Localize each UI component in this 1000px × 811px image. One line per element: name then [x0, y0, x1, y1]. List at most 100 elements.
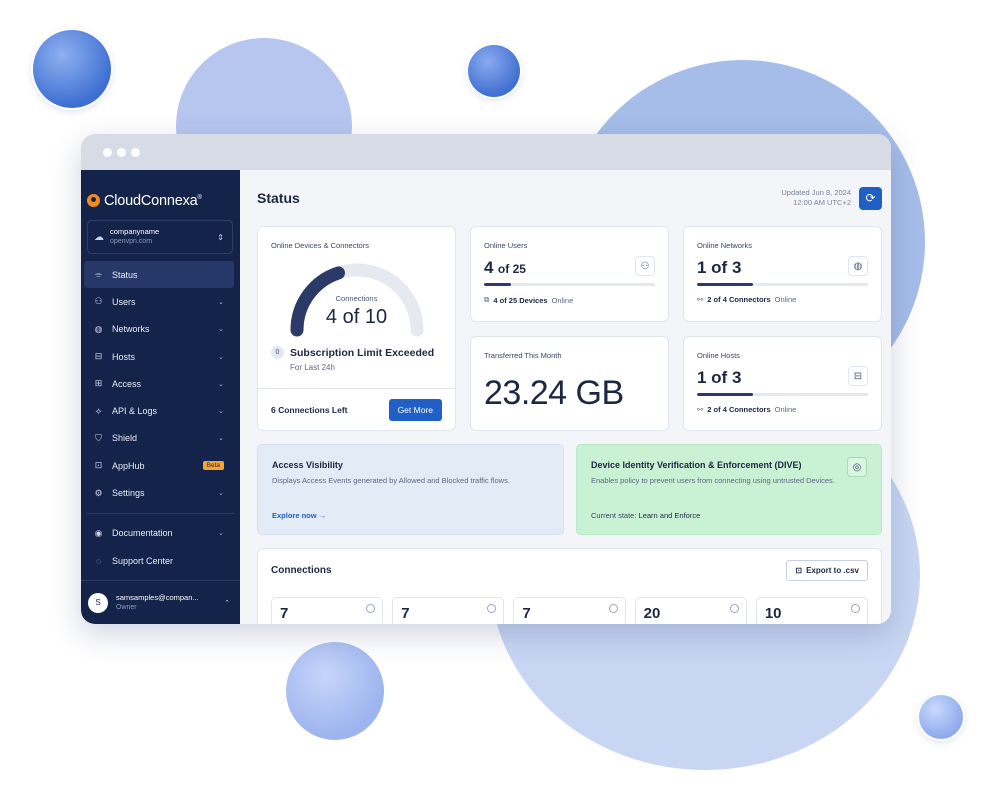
sidebar-item-settings[interactable]: ⚙ Settings ⌄ — [84, 479, 234, 506]
sidebar-item-label: Shield — [112, 433, 138, 444]
stat-footer: ⧉ 4 of 25 Devices Online — [484, 295, 574, 305]
connection-stat-tile[interactable]: 7 — [392, 597, 505, 624]
limit-period: For Last 24h — [290, 363, 335, 372]
progress-fill — [697, 393, 754, 396]
sidebar-item-access[interactable]: ⊞ Access ⌄ — [84, 370, 234, 397]
connection-stat-tile[interactable]: 7 — [271, 597, 384, 624]
user-role: Owner — [116, 603, 137, 611]
transferred-value: 23.24 GB — [484, 374, 624, 412]
sidebar-item-label: Support Center — [112, 555, 174, 566]
sidebar-item-hosts[interactable]: ⊟ Hosts ⌄ — [84, 343, 234, 370]
avatar: S — [88, 592, 108, 613]
sidebar-item-label: Settings — [112, 488, 145, 499]
sidebar-item-networks[interactable]: ◍ Networks ⌄ — [84, 316, 234, 343]
sidebar-item-label: Hosts — [112, 351, 136, 362]
sidebar-item-users[interactable]: ⚇ Users ⌄ — [84, 288, 234, 315]
sidebar-item-label: Users — [112, 296, 136, 307]
panel-title: Device Identity Verification & Enforceme… — [591, 460, 802, 470]
export-csv-button[interactable]: ⊡ Export to .csv — [786, 560, 868, 581]
dive-state: Current state: Learn and Enforce — [591, 511, 701, 520]
apphub-icon: ⊡ — [94, 460, 103, 471]
decorative-orb — [919, 695, 963, 739]
transferred-card: Transferred This Month 23.24 GB — [470, 336, 669, 431]
refresh-icon: ⟳ — [865, 191, 876, 205]
tile-value: 7 — [522, 605, 531, 622]
openvpn-logo-icon — [87, 194, 100, 207]
org-domain: openvpn.com — [110, 238, 153, 245]
status-icon: ⌯ — [94, 269, 103, 280]
connector-icon: ⚯ — [697, 405, 704, 414]
users-icon: ⚇ — [635, 256, 655, 276]
chevron-up-icon: ⌃ — [224, 599, 230, 607]
decorative-orb — [468, 45, 520, 97]
marketing-stage: CloudConnexa® ☁ companyname openvpn.com … — [0, 0, 1000, 811]
info-icon — [487, 604, 497, 613]
api-icon: ⟡ — [95, 405, 102, 416]
sidebar-item-support-center[interactable]: ◌ Support Center — [84, 547, 234, 574]
connections-left: 6 Connections Left — [271, 404, 348, 415]
connection-stat-tile[interactable]: 20 — [634, 597, 747, 624]
gauge-value: 4 of 10 — [325, 306, 388, 328]
sidebar-item-label: AppHub — [112, 460, 145, 471]
chevron-down-icon: ⌄ — [218, 353, 224, 361]
app-window: CloudConnexa® ☁ companyname openvpn.com … — [81, 134, 891, 624]
progress-bar — [697, 393, 868, 396]
info-icon — [729, 604, 739, 613]
card-label: Online Devices & Connectors — [271, 241, 369, 250]
sidebar-item-shield[interactable]: ⛉ Shield ⌄ — [84, 425, 234, 452]
stat-value: 4 — [484, 258, 494, 277]
download-icon: ⊡ — [795, 566, 803, 575]
user-menu[interactable]: S samsamples@compan... Owner ⌃ — [81, 580, 240, 624]
progress-bar — [697, 283, 868, 286]
refresh-button[interactable]: ⟳ — [859, 186, 882, 210]
cloud-icon: ☁ — [94, 231, 104, 243]
background-blob — [286, 642, 384, 740]
connections-section: Connections ⊡ Export to .csv 7 7 7 20 10 — [257, 548, 882, 624]
explore-now-link[interactable]: Explore now → — [272, 511, 326, 520]
get-more-button[interactable]: Get More — [388, 398, 442, 421]
page-header: Status Updated Jun 8, 2024 12:00 AM UTC+… — [257, 170, 883, 226]
connection-stat-tile[interactable]: 10 — [755, 597, 869, 624]
subscription-limit-text: Subscription Limit Exceeded — [290, 346, 435, 359]
sidebar-item-status[interactable]: ⌯ Status — [84, 261, 234, 289]
online-users-card[interactable]: Online Users 4 of 25 ⚇ ⧉ 4 of 25 Devices O… — [470, 226, 669, 322]
info-icon — [851, 604, 861, 613]
sidebar-divider — [87, 512, 234, 514]
card-label: Online Hosts — [697, 351, 740, 360]
stat-value: 1 of 3 — [697, 368, 742, 387]
chevron-down-icon: ⌄ — [218, 490, 224, 498]
organization-switcher[interactable]: ☁ companyname openvpn.com ⇕ — [87, 220, 233, 254]
chevron-down-icon: ⌄ — [218, 298, 224, 306]
chevron-down-icon: ⌄ — [218, 326, 224, 334]
beta-badge: Beta — [202, 461, 224, 471]
progress-bar — [484, 283, 655, 286]
globe-icon: ◍ — [848, 256, 868, 276]
window-titlebar — [81, 134, 891, 170]
gear-icon: ⚙ — [94, 487, 103, 498]
connection-stat-tile[interactable]: 7 — [513, 597, 626, 624]
brand-logo[interactable]: CloudConnexa® — [81, 170, 240, 214]
online-hosts-card[interactable]: Online Hosts 1 of 3 ⊟ ⚯ 2 of 4 Connectors… — [683, 336, 882, 431]
chevron-updown-icon: ⇕ — [217, 232, 224, 242]
card-label: Transferred This Month — [484, 351, 562, 360]
access-icon: ⊞ — [94, 378, 103, 389]
hosts-icon: ⊟ — [848, 366, 868, 386]
org-name: companyname — [110, 227, 160, 236]
section-title: Connections — [271, 565, 332, 576]
sidebar-item-apphub[interactable]: ⊡ AppHub Beta — [84, 452, 234, 479]
stat-footer: ⚯ 2 of 4 Connectors Online — [697, 405, 797, 414]
gauge-caption: Connections — [335, 294, 378, 303]
connector-icon: ⚯ — [697, 295, 704, 304]
panel-description: Displays Access Events generated by Allo… — [272, 476, 510, 485]
dive-panel: Device Identity Verification & Enforceme… — [576, 444, 882, 535]
sidebar-item-api-logs[interactable]: ⟡ API & Logs ⌄ — [84, 397, 234, 424]
info-icon — [366, 604, 376, 613]
sidebar-item-documentation[interactable]: ◉ Documentation ⌄ — [84, 520, 234, 547]
online-networks-card[interactable]: Online Networks 1 of 3 ◍ ⚯ 2 of 4 Connect… — [683, 226, 882, 322]
tile-value: 20 — [643, 605, 661, 622]
tile-value: 7 — [280, 605, 289, 622]
progress-fill — [484, 283, 512, 286]
main-content: Status Updated Jun 8, 2024 12:00 AM UTC+… — [240, 170, 891, 624]
fingerprint-icon[interactable]: ◎ — [847, 457, 867, 477]
info-icon — [608, 604, 618, 613]
